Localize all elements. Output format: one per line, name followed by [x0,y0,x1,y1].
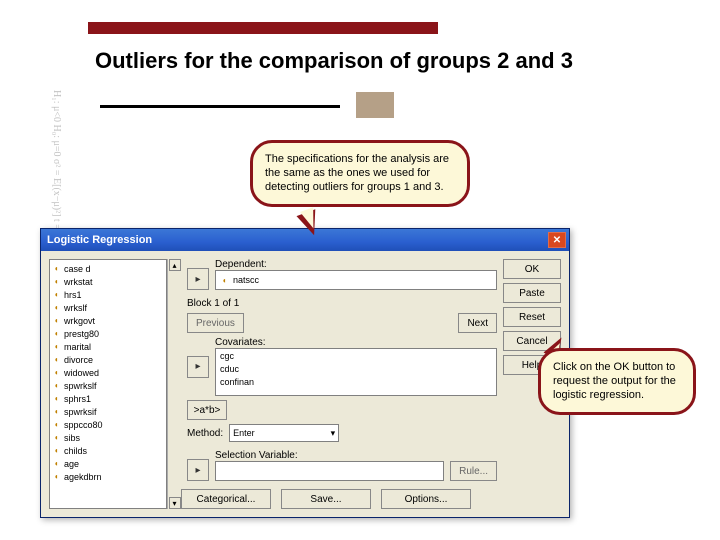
callout-specifications: The specifications for the analysis are … [250,140,470,207]
next-button[interactable]: Next [458,313,497,333]
variable-list-scrollbar[interactable]: ▴ ▾ [167,259,181,509]
move-covariate-button[interactable]: ▸ [187,356,209,378]
variable-icon: ◐ [52,264,62,274]
rule-button[interactable]: Rule... [450,461,497,481]
variable-icon: ◐ [52,316,62,326]
variable-icon: ◐ [52,433,62,443]
variable-icon: ◐ [52,342,62,352]
variable-icon: ◐ [52,277,62,287]
interaction-button[interactable]: >a*b> [187,400,227,420]
list-item[interactable]: ◐spwrksif [52,405,164,418]
method-value: Enter [233,428,255,438]
close-icon[interactable]: ✕ [548,232,566,248]
slide-title: Outliers for the comparison of groups 2 … [95,48,573,74]
list-item[interactable]: ◐childs [52,444,164,457]
selection-variable-field[interactable] [215,461,444,481]
dependent-value: natscc [233,275,259,285]
variable-icon: ◐ [52,420,62,430]
slide-underline [100,105,340,108]
list-item[interactable]: cgc [220,351,234,361]
variable-icon: ◐ [52,407,62,417]
list-item[interactable]: ◐marital [52,340,164,353]
move-dependent-button[interactable]: ▸ [187,268,209,290]
list-item[interactable]: ◐sibs [52,431,164,444]
variable-icon: ◐ [52,459,62,469]
chevron-down-icon: ▾ [331,428,336,439]
list-item[interactable]: ◐agekdbrn [52,470,164,483]
list-item[interactable]: ◐wrkgovt [52,314,164,327]
list-item[interactable]: cduc [220,364,239,374]
dependent-label: Dependent: [215,259,497,270]
move-selection-button[interactable]: ▸ [187,459,209,481]
options-button[interactable]: Options... [381,489,471,509]
previous-button[interactable]: Previous [187,313,244,333]
list-item[interactable]: ◐sppcco80 [52,418,164,431]
variable-list[interactable]: ◐case d◐wrkstat◐hrs1◐wrkslf◐wrkgovt◐pres… [49,259,167,509]
paste-button[interactable]: Paste [503,283,561,303]
block-label: Block 1 of 1 [187,298,239,309]
variable-icon: ◐ [52,368,62,378]
dependent-field[interactable]: ◐ natscc [215,270,497,290]
list-item[interactable]: confinan [220,377,254,387]
dialog-title: Logistic Regression [47,234,152,246]
variable-icon: ◐ [52,381,62,391]
scroll-down-icon[interactable]: ▾ [169,497,181,509]
scroll-up-icon[interactable]: ▴ [169,259,181,271]
ok-button[interactable]: OK [503,259,561,279]
method-select[interactable]: Enter ▾ [229,424,339,442]
callout-ok-instruction: Click on the OK button to request the ou… [538,348,696,415]
logistic-regression-dialog: Logistic Regression ✕ ◐case d◐wrkstat◐hr… [40,228,570,518]
variable-icon: ◐ [52,446,62,456]
save-button[interactable]: Save... [281,489,371,509]
variable-icon: ◐ [52,472,62,482]
list-item[interactable]: ◐sphrs1 [52,392,164,405]
slide-accent-bar [88,22,438,34]
list-item[interactable]: ◐hrs1 [52,288,164,301]
slide-side-box [356,92,394,118]
variable-icon: ◐ [52,329,62,339]
list-item[interactable]: ◐age [52,457,164,470]
list-item[interactable]: ◐spwrkslf [52,379,164,392]
list-item[interactable]: ◐wrkstat [52,275,164,288]
selection-variable-label: Selection Variable: [215,450,444,461]
method-label: Method: [187,428,223,439]
list-item[interactable]: ◐prestg80 [52,327,164,340]
covariates-label: Covariates: [215,337,497,348]
list-item[interactable]: ◐divorce [52,353,164,366]
variable-icon: ◐ [52,394,62,404]
list-item[interactable]: ◐widowed [52,366,164,379]
list-item[interactable]: ◐case d [52,262,164,275]
variable-icon: ◐ [52,303,62,313]
variable-icon: ◐ [52,290,62,300]
reset-button[interactable]: Reset [503,307,561,327]
variable-icon: ◐ [220,275,230,285]
variable-icon: ◐ [52,355,62,365]
categorical-button[interactable]: Categorical... [181,489,271,509]
list-item[interactable]: ◐wrkslf [52,301,164,314]
covariates-field[interactable]: cgc cduc confinan [215,348,497,396]
